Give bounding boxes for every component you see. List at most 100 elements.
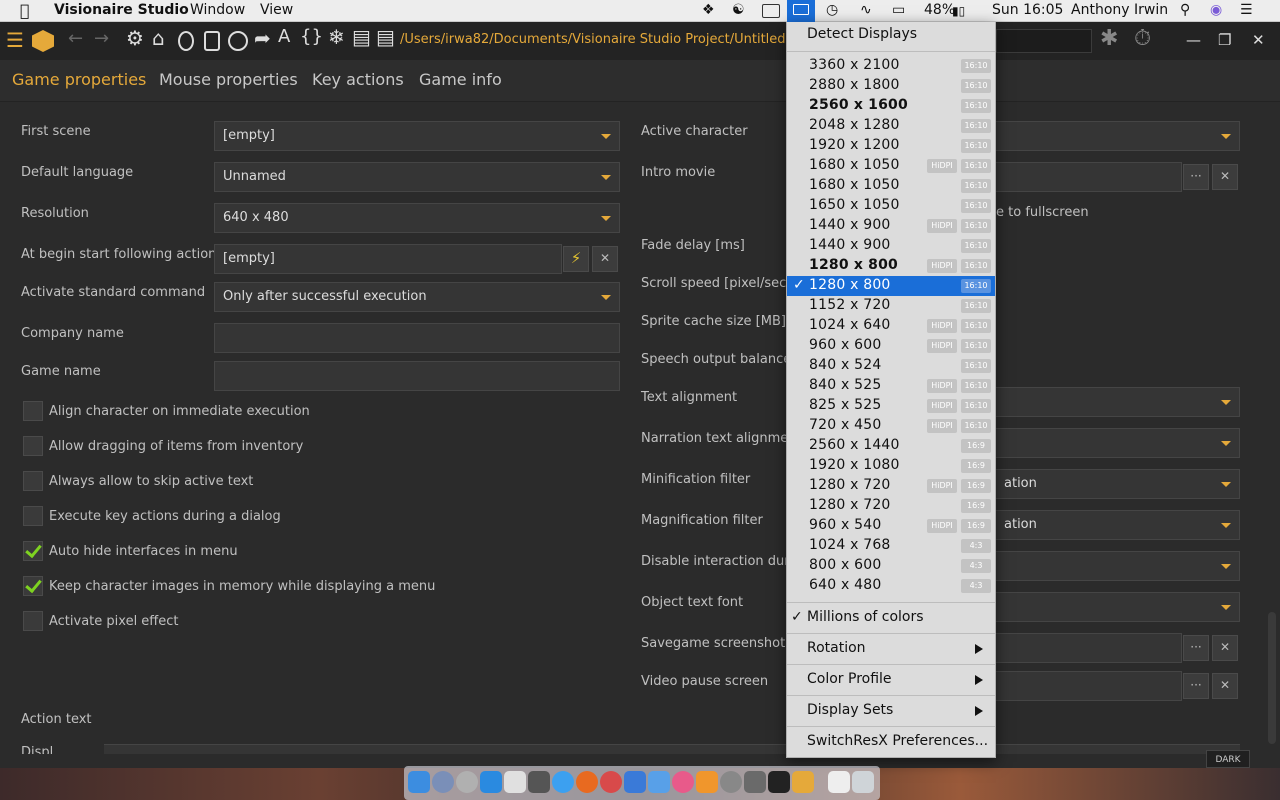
resolution-item[interactable]: 1152 x 720 16:10 [787, 296, 995, 316]
savegame-screenshot-field[interactable] [996, 633, 1182, 663]
documents-icon[interactable] [828, 771, 850, 793]
video-pause-field[interactable] [996, 671, 1182, 701]
visionaire-dock-icon[interactable] [792, 771, 814, 793]
resolution-item[interactable]: 1024 x 768 4:3 [787, 536, 995, 556]
finder-icon[interactable] [408, 771, 430, 793]
app-menu[interactable]: Visionaire Studio [54, 2, 189, 18]
magnification-filter-select[interactable]: ation [996, 510, 1240, 540]
checkbox[interactable] [23, 541, 43, 561]
app-store-icon[interactable] [480, 771, 502, 793]
sublime-icon[interactable] [528, 771, 550, 793]
active-character-select[interactable] [996, 121, 1240, 151]
resolution-item[interactable]: 2560 x 1600 16:10 [787, 96, 995, 116]
checkbox[interactable] [23, 506, 43, 526]
forward-arrow-icon[interactable]: → [94, 28, 109, 49]
launchpad-icon[interactable] [456, 771, 478, 793]
user-name[interactable]: Anthony Irwin [1071, 2, 1168, 18]
standard-command-select[interactable]: Only after successful execution [214, 282, 620, 312]
mouse-cursor-icon[interactable]: ➦ [254, 26, 271, 50]
resolution-item[interactable]: 1920 x 1080 16:9 [787, 456, 995, 476]
battery-icon[interactable]: ▮▯ [952, 4, 965, 18]
resolution-item[interactable]: 640 x 480 4:3 [787, 576, 995, 596]
resolution-item[interactable]: 825 x 525 HiDPI 16:10 [787, 396, 995, 416]
tab-game-info[interactable]: Game info [419, 70, 502, 89]
resolution-item[interactable]: 800 x 600 4:3 [787, 556, 995, 576]
back-arrow-icon[interactable]: ← [68, 28, 83, 49]
resolution-item[interactable]: 960 x 540 HiDPI 16:9 [787, 516, 995, 536]
switchresx-icon[interactable] [787, 0, 815, 22]
siri-icon[interactable]: ◉ [1210, 2, 1222, 18]
resolution-item[interactable]: 1680 x 1050 HiDPI 16:10 [787, 156, 995, 176]
photos-icon[interactable] [600, 771, 622, 793]
clear-action-icon[interactable]: ✕ [592, 246, 618, 272]
resolution-item[interactable]: 2880 x 1800 16:10 [787, 76, 995, 96]
clock[interactable]: Sun 16:05 [992, 2, 1063, 18]
notification-center-icon[interactable]: ☰ [1240, 2, 1253, 18]
view-menu[interactable]: View [260, 2, 293, 18]
apple-icon[interactable]:  [20, 1, 30, 20]
spotlight-icon[interactable]: ⚲ [1180, 2, 1190, 18]
tab-mouse-properties[interactable]: Mouse properties [159, 70, 298, 89]
resolution-item[interactable]: 1920 x 1200 16:10 [787, 136, 995, 156]
scenes-home-icon[interactable]: ⌂ [152, 26, 165, 50]
mail-icon[interactable] [504, 771, 526, 793]
particles-snowflake-icon[interactable]: ❄ [328, 25, 345, 49]
dialogs-icon[interactable]: ▤ [352, 25, 371, 49]
video-pause-clear-icon[interactable]: ✕ [1212, 673, 1238, 699]
dropbox-icon[interactable]: ❖ [702, 2, 715, 18]
resolution-item[interactable]: 1440 x 900 HiDPI 16:10 [787, 216, 995, 236]
resolution-item[interactable]: 1280 x 720 16:9 [787, 496, 995, 516]
resolution-item[interactable]: 2048 x 1280 16:10 [787, 116, 995, 136]
intro-movie-clear-icon[interactable]: ✕ [1212, 164, 1238, 190]
resolution-item[interactable]: 840 x 524 16:10 [787, 356, 995, 376]
battery-percent[interactable]: 48% [924, 2, 955, 18]
minimize-icon[interactable]: — [1186, 31, 1201, 49]
minification-filter-select[interactable]: ation [996, 469, 1240, 499]
restore-icon[interactable]: ❐ [1218, 31, 1231, 49]
rotation-item[interactable]: Rotation [807, 640, 866, 656]
resolution-item[interactable]: 1440 x 900 16:10 [787, 236, 995, 256]
default-language-select[interactable]: Unnamed [214, 162, 620, 192]
detect-displays-item[interactable]: Detect Displays [807, 26, 917, 42]
switchresx-preferences-item[interactable]: SwitchResX Preferences... [807, 733, 988, 749]
close-icon[interactable]: ✕ [1252, 31, 1265, 49]
dark-theme-toggle[interactable]: DARK [1206, 750, 1250, 768]
fonts-icon[interactable]: A [278, 26, 290, 47]
intro-movie-field[interactable] [996, 162, 1182, 192]
siri-dock-icon[interactable] [432, 771, 454, 793]
vertical-scrollbar[interactable] [1268, 612, 1276, 744]
text-alignment-select[interactable] [996, 387, 1240, 417]
creative-cloud-icon[interactable]: ☯ [732, 2, 745, 18]
timer-icon[interactable]: ⏱ [1134, 26, 1151, 51]
window-icon[interactable] [762, 4, 780, 18]
lightning-action-icon[interactable]: ⚡ [563, 246, 589, 272]
itunes-icon[interactable] [672, 771, 694, 793]
video-pause-browse-button[interactable]: ··· [1183, 673, 1209, 699]
checkbox[interactable] [23, 401, 43, 421]
inventory-bag-icon[interactable] [204, 31, 220, 51]
checkbox[interactable] [23, 576, 43, 596]
action-text-field[interactable] [104, 744, 1240, 754]
intro-movie-browse-button[interactable]: ··· [1183, 164, 1209, 190]
system-preferences-icon[interactable] [720, 771, 742, 793]
time-machine-icon[interactable]: ◷ [826, 2, 838, 18]
scripts-braces-icon[interactable]: {} [300, 26, 323, 47]
firefox-icon[interactable] [576, 771, 598, 793]
keynote-icon[interactable] [624, 771, 646, 793]
checkbox[interactable] [23, 471, 43, 491]
resolution-item[interactable]: 1024 x 640 HiDPI 16:10 [787, 316, 995, 336]
savegame-clear-icon[interactable]: ✕ [1212, 635, 1238, 661]
resolution-item[interactable]: 840 x 525 HiDPI 16:10 [787, 376, 995, 396]
resolution-item[interactable]: 960 x 600 HiDPI 16:10 [787, 336, 995, 356]
debug-bug-icon[interactable]: ✱ [1100, 26, 1118, 51]
first-scene-select[interactable]: [empty] [214, 121, 620, 151]
checkbox[interactable] [23, 611, 43, 631]
resolution-item[interactable]: 1280 x 800 HiDPI 16:10 [787, 256, 995, 276]
resolution-item[interactable]: 720 x 450 HiDPI 16:10 [787, 416, 995, 436]
characters-icon[interactable] [178, 31, 194, 51]
resolution-item[interactable]: 2560 x 1440 16:9 [787, 436, 995, 456]
begin-action-field[interactable]: [empty] [214, 244, 562, 274]
shaders-stripes-icon[interactable]: ▤ [376, 25, 395, 49]
hamburger-menu-icon[interactable]: ☰ [6, 28, 24, 52]
millions-of-colors-item[interactable]: Millions of colors [807, 609, 924, 625]
